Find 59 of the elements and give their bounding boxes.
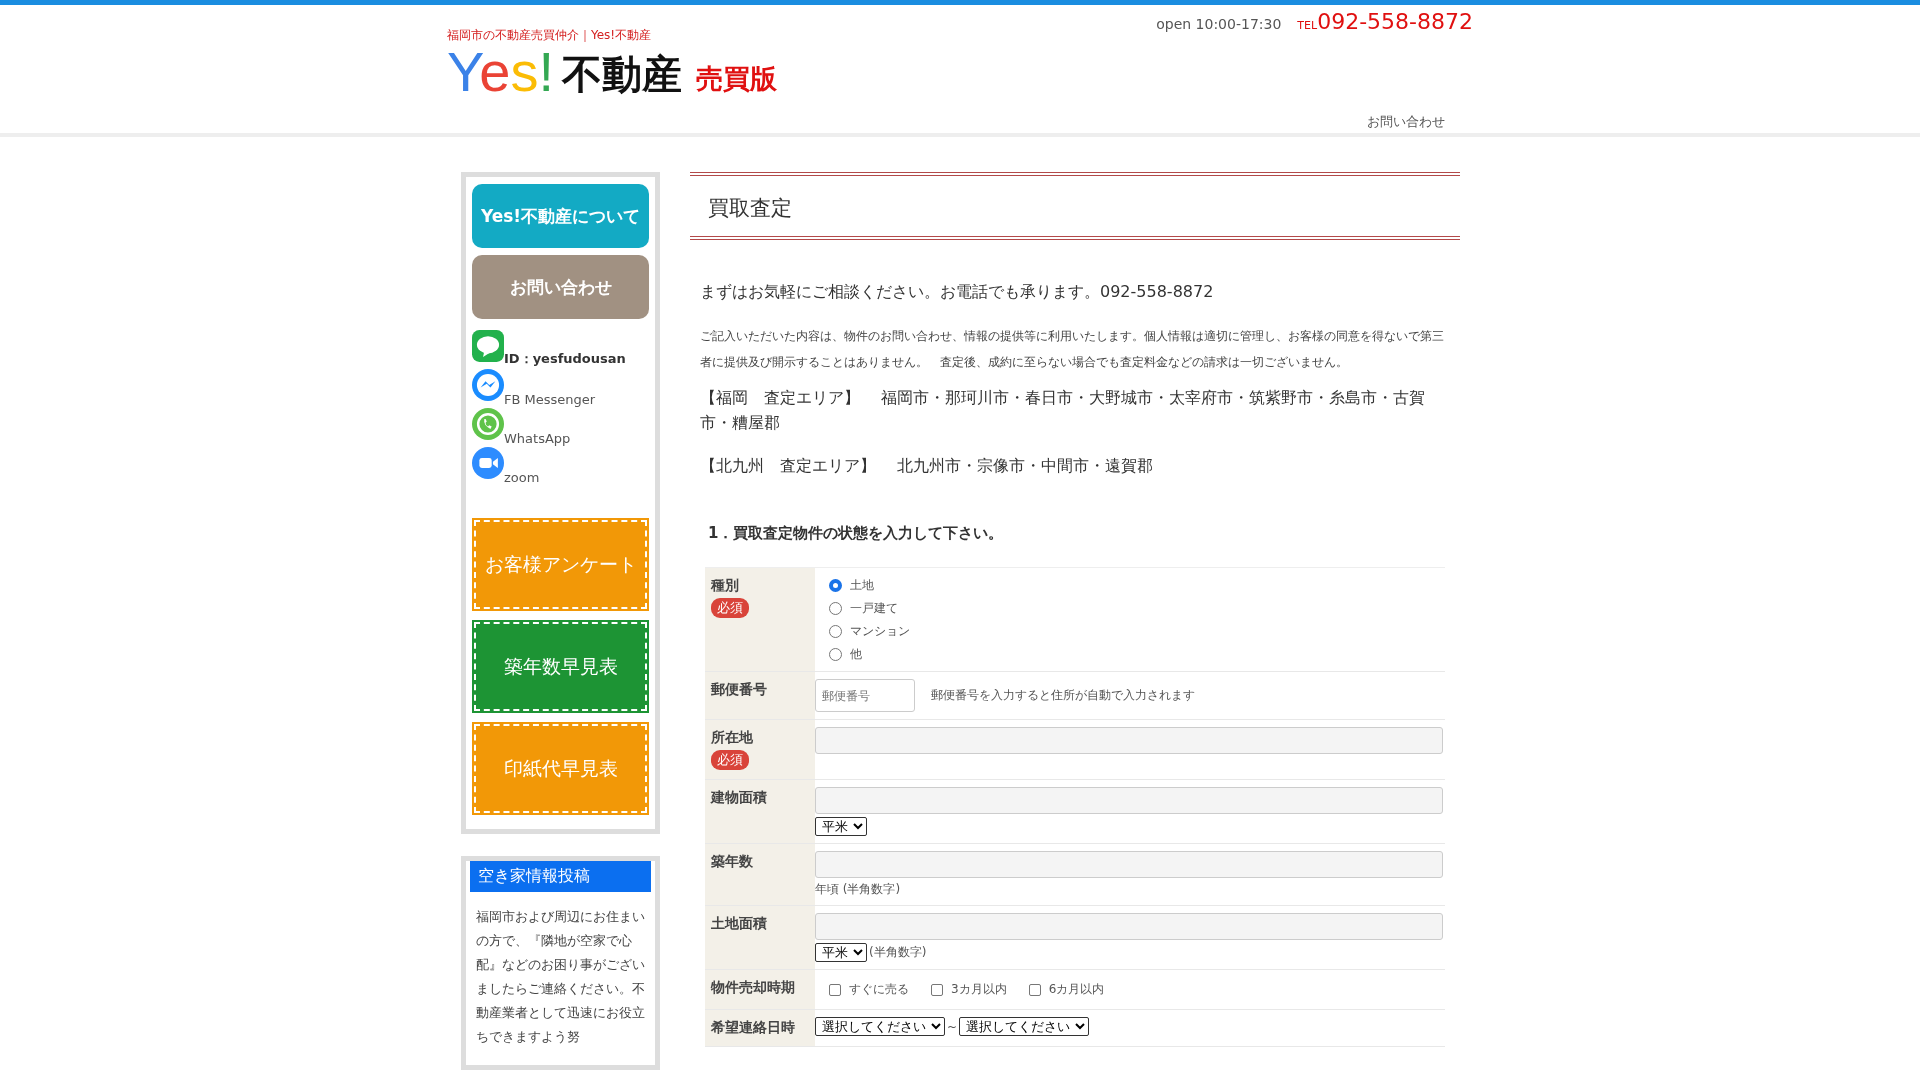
contact-label[interactable]: zoom: [504, 470, 540, 485]
nav-link[interactable]: お問い合わせ: [1367, 114, 1445, 129]
input-field[interactable]: [815, 787, 1443, 814]
field-label: 築年数: [711, 853, 753, 871]
field-label: 郵便番号: [711, 681, 767, 699]
option-label: 3カ月以内: [951, 981, 1007, 998]
panel-text: 福岡市および周辺にお住まいの方で、『隣地が空家で心配』などのお困り事がございましたらご連絡ください。不動産業者として迅速にお役立ちできますよう努: [475, 908, 646, 1046]
field-hint: 郵便番号を入力すると住所が自動で入力されます: [931, 687, 1195, 704]
radio-button[interactable]: [829, 601, 842, 615]
option-label: すぐに売る: [849, 981, 909, 998]
checkbox[interactable]: [931, 983, 943, 996]
radio-button[interactable]: [829, 647, 842, 661]
field-label: 希望連絡日時: [711, 1019, 795, 1037]
contact-label[interactable]: WhatsApp: [504, 431, 571, 446]
field-label: 物件売却時期: [711, 979, 795, 997]
time-select[interactable]: 選択してください: [815, 1017, 945, 1036]
option-label: 土地: [850, 576, 874, 594]
section-heading: 1．買取査定物件の状態を入力して下さい。: [708, 524, 1005, 543]
range-separator: ~: [947, 1019, 958, 1034]
unit-select[interactable]: 平米: [815, 817, 867, 836]
input-field[interactable]: [815, 727, 1443, 754]
sidebar-banner[interactable]: 築年数早見表: [472, 620, 649, 713]
field-label: 建物面積: [711, 789, 767, 807]
required-badge: 必須: [711, 750, 749, 770]
checkbox[interactable]: [1028, 983, 1041, 996]
site-logo[interactable]: Yes!不動産 売買版: [447, 46, 777, 98]
time-select[interactable]: 選択してください: [959, 1017, 1090, 1036]
option-label: 他: [850, 645, 862, 663]
option-label: 一戸建て: [850, 599, 898, 617]
option-label: 6カ月以内: [1048, 981, 1105, 998]
field-hint: (半角数字): [869, 944, 927, 961]
field-label: 土地面積: [711, 915, 767, 933]
contact-label[interactable]: ID：yesfudousan: [504, 350, 626, 368]
radio-button[interactable]: [829, 624, 842, 638]
field-label: 所在地: [711, 729, 753, 747]
video-camera-icon[interactable]: [472, 447, 504, 479]
area-text: 【福岡 査定エリア】 福岡市・那珂川市・春日市・大野城市・太宰府市・筑紫野市・糸島市・古賀市・糟屋郡: [700, 387, 1427, 434]
radio-button[interactable]: [829, 578, 842, 592]
opening-hours: open 10:00-17:30: [1156, 16, 1282, 32]
input-field[interactable]: [815, 913, 1443, 940]
contact-label[interactable]: FB Messenger: [504, 392, 596, 407]
chat-bubble-icon[interactable]: [472, 330, 504, 362]
area-text: 【北九州 査定エリア】 北九州市・宗像市・中間市・遠賀郡: [700, 455, 1155, 477]
privacy-notice: ご記入いただいた内容は、物件のお問い合わせ、情報の提供等に利用いたします。個人情報は適切に管理し、お客様の同意を得ないで第三者に提供及び開示することはありません。 査定後、成約に至らない場合でも査定料金などの請求は一切ございません。: [700, 328, 1445, 371]
phone-icon[interactable]: [472, 408, 504, 440]
checkbox[interactable]: [829, 983, 841, 996]
postal-code-field[interactable]: 郵便番号: [815, 679, 915, 712]
panel-heading: 空き家情報投稿: [470, 861, 651, 892]
phone-number[interactable]: TEL092-558-8872: [1297, 9, 1473, 34]
unit-select[interactable]: 平米: [815, 943, 867, 962]
messenger-icon[interactable]: [472, 369, 504, 401]
site-tagline: 福岡市の不動産売買仲介｜Yes!不動産: [447, 27, 653, 44]
intro-text: まずはお気軽にご相談ください。お電話でも承ります。092-558-8872: [700, 282, 1215, 303]
field-label: 種別: [711, 577, 739, 595]
required-badge: 必須: [711, 598, 749, 618]
field-hint: 年頃 (半角数字): [815, 881, 901, 898]
input-field[interactable]: [815, 851, 1443, 878]
page-title: 買取査定: [690, 172, 1460, 240]
option-label: マンション: [850, 622, 910, 640]
